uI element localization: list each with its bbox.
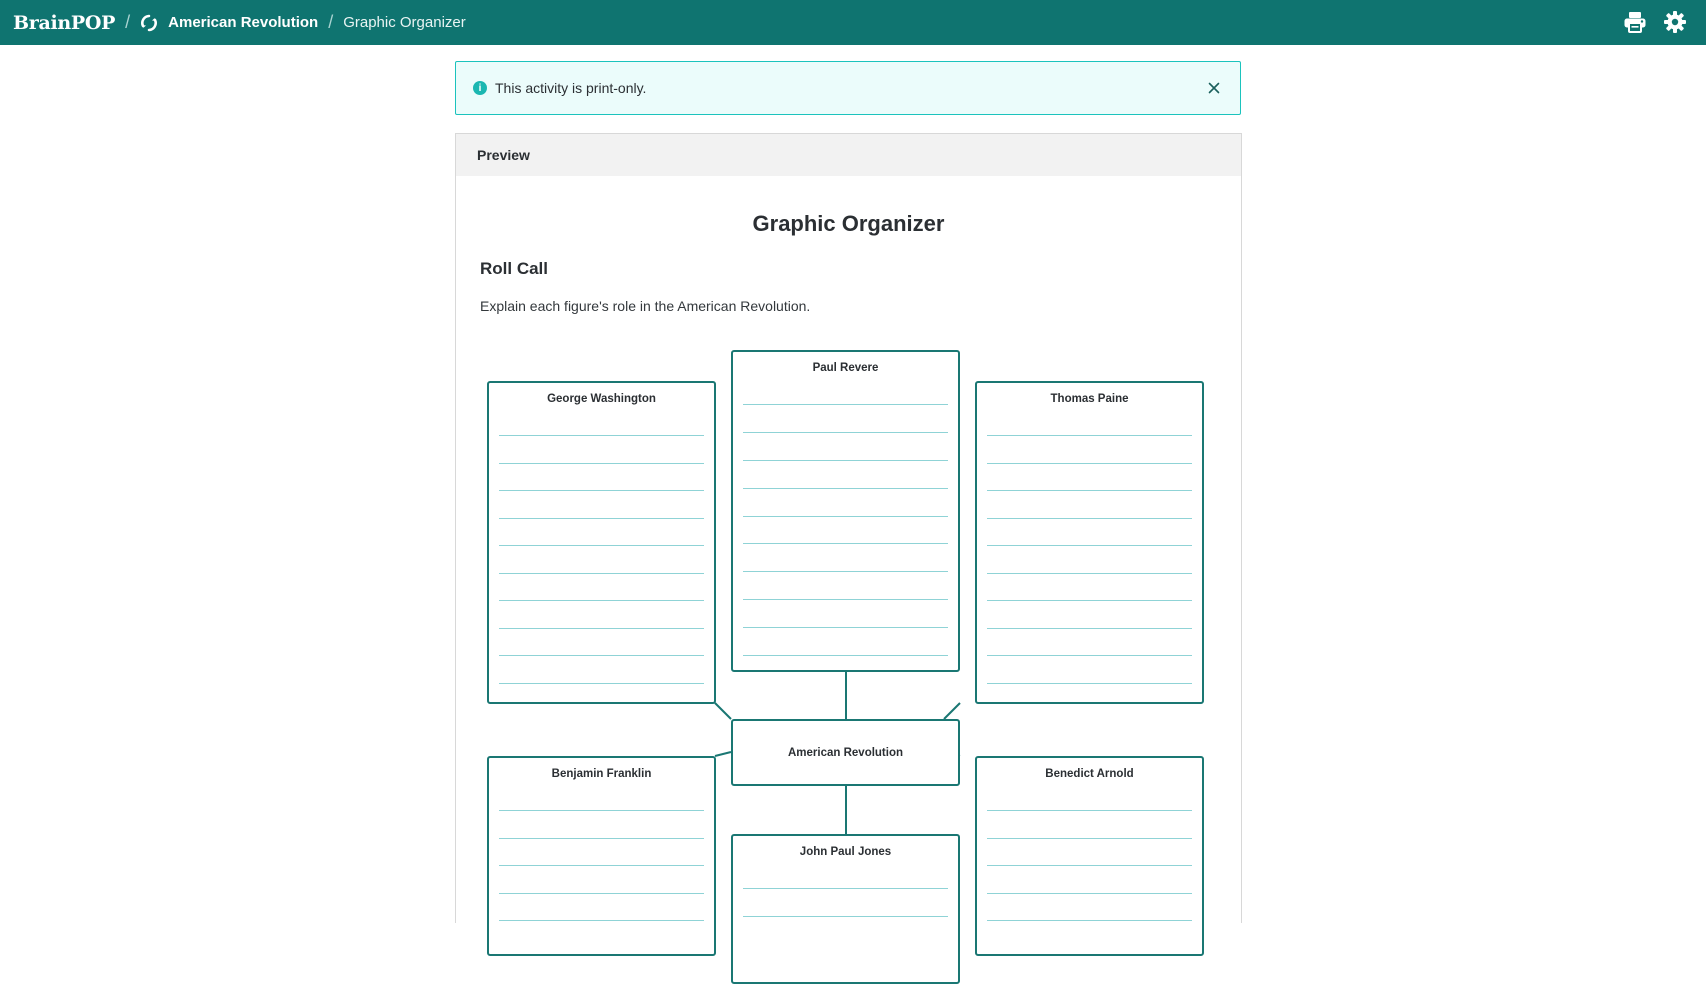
toolbar-actions [1622,7,1688,37]
instructions-text: Explain each figure's role in the Americ… [480,298,811,314]
figure-name: Paul Revere [812,362,879,374]
info-icon: i [473,81,487,95]
notice-close-button[interactable] [1204,77,1224,99]
figure-box-john-paul-jones: John Paul Jones [731,834,960,984]
figure-name: Benedict Arnold [1045,768,1134,780]
graphic-organizer: Paul Revere George Washington Thomas Pai… [456,134,1243,984]
notice-text: This activity is print-only. [495,80,647,96]
center-topic-box: American Revolution [731,719,960,786]
breadcrumb-separator: / [125,12,131,32]
breadcrumb-topic[interactable]: American Revolution [168,14,318,31]
figure-box-thomas-paine: Thomas Paine [975,381,1204,704]
figure-name: Benjamin Franklin [551,768,652,780]
figure-box-benedict-arnold: Benedict Arnold [975,756,1204,956]
print-only-notice: i This activity is print-only. [455,61,1241,115]
figure-box-paul-revere: Paul Revere [731,350,960,672]
figure-name: John Paul Jones [799,846,892,858]
figure-name: George Washington [547,393,656,405]
center-topic-label: American Revolution [787,746,904,759]
figure-box-george-washington: George Washington [487,381,716,704]
preview-panel: Preview Graphic Organizer Roll Call Expl… [455,133,1243,984]
document-title: Graphic Organizer [752,211,945,236]
breadcrumb-separator: / [328,12,334,32]
settings-button[interactable] [1662,7,1688,37]
print-button[interactable] [1622,7,1648,37]
top-bar: BrainPOP / American Revolution / Graphic… [0,0,1706,45]
section-title: Roll Call [480,259,549,278]
close-icon [1208,82,1220,94]
figure-box-benjamin-franklin: Benjamin Franklin [487,756,716,956]
topic-icon [140,14,158,32]
printer-icon [1624,12,1646,33]
figure-name: Thomas Paine [1050,393,1129,405]
brainpop-logo[interactable]: BrainPOP [13,12,115,34]
breadcrumb-current-page: Graphic Organizer [343,14,466,31]
gear-icon [1664,11,1686,33]
preview-header: Preview [456,134,1241,176]
